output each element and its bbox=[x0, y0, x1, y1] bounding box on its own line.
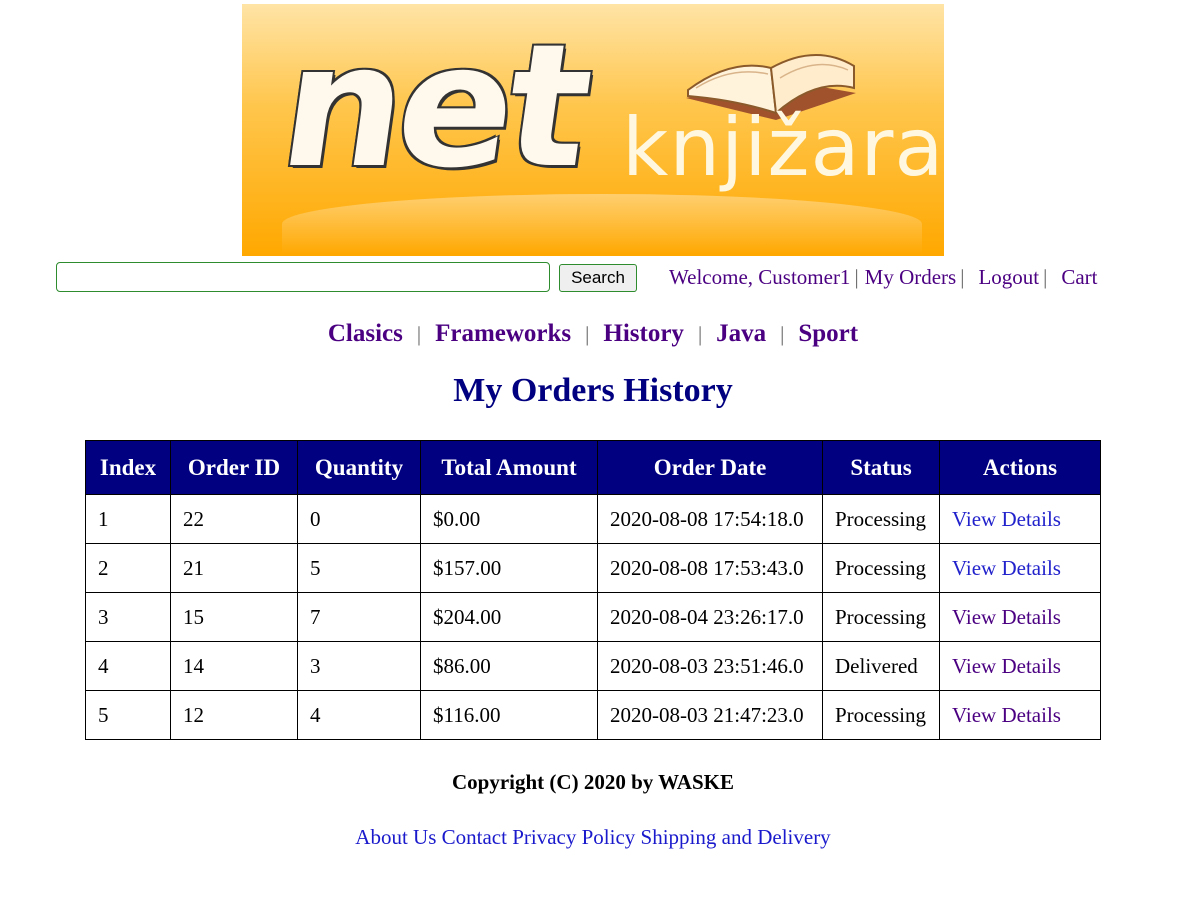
cell-status: Processing bbox=[822, 543, 940, 593]
cell-index: 3 bbox=[85, 592, 171, 642]
category-frameworks[interactable]: Frameworks bbox=[435, 320, 571, 347]
category-separator: | bbox=[697, 322, 703, 346]
category-clasics[interactable]: Clasics bbox=[328, 320, 403, 347]
cell-total: $0.00 bbox=[420, 494, 598, 544]
cell-order-id: 12 bbox=[170, 690, 298, 740]
footer-link-shipping-delivery[interactable]: Shipping and Delivery bbox=[641, 825, 831, 849]
category-history[interactable]: History bbox=[603, 320, 684, 347]
cell-status: Processing bbox=[822, 494, 940, 544]
cell-quantity: 7 bbox=[297, 592, 421, 642]
cell-quantity: 0 bbox=[297, 494, 421, 544]
category-nav: Clasics | Frameworks | History | Java | Sport bbox=[0, 320, 1180, 348]
cell-index: 1 bbox=[85, 494, 171, 544]
footer-link-privacy-policy[interactable]: Privacy Policy bbox=[512, 825, 635, 849]
nav-separator: | bbox=[960, 265, 965, 289]
cell-quantity: 3 bbox=[297, 641, 421, 691]
category-java[interactable]: Java bbox=[716, 320, 766, 347]
cell-order-id: 21 bbox=[170, 543, 298, 593]
cart-link[interactable]: Cart bbox=[1061, 265, 1097, 289]
search-button[interactable]: Search bbox=[559, 264, 637, 292]
cell-status: Processing bbox=[822, 690, 940, 740]
page-title: My Orders History bbox=[453, 372, 733, 409]
user-nav: Welcome, Customer1 | My Orders | Logout | Cart bbox=[669, 265, 1098, 290]
cell-date: 2020-08-08 17:54:18.0 bbox=[597, 494, 823, 544]
header-order-id: Order ID bbox=[170, 440, 298, 495]
cell-date: 2020-08-08 17:53:43.0 bbox=[597, 543, 823, 593]
view-details-link[interactable]: View Details bbox=[952, 654, 1061, 678]
table-row: 2 21 5 $157.00 2020-08-08 17:53:43.0 Pro… bbox=[85, 543, 1101, 593]
logo-knjizara-text: knjižara bbox=[622, 101, 944, 194]
my-orders-link[interactable]: My Orders bbox=[865, 265, 957, 289]
cell-total: $116.00 bbox=[420, 690, 598, 740]
orders-table: Index Order ID Quantity Total Amount Ord… bbox=[85, 440, 1101, 740]
footer-link-about-us[interactable]: About Us bbox=[355, 825, 436, 849]
cell-status: Delivered bbox=[822, 641, 940, 691]
logo-net-text: net bbox=[270, 8, 598, 206]
cell-status: Processing bbox=[822, 592, 940, 642]
cell-index: 4 bbox=[85, 641, 171, 691]
cell-total: $204.00 bbox=[420, 592, 598, 642]
cell-quantity: 5 bbox=[297, 543, 421, 593]
cell-date: 2020-08-03 21:47:23.0 bbox=[597, 690, 823, 740]
search-input[interactable] bbox=[56, 262, 550, 292]
view-details-link[interactable]: View Details bbox=[952, 703, 1061, 727]
cell-total: $157.00 bbox=[420, 543, 598, 593]
table-row: 3 15 7 $204.00 2020-08-04 23:26:17.0 Pro… bbox=[85, 592, 1101, 642]
logout-link[interactable]: Logout bbox=[978, 265, 1039, 289]
view-details-link[interactable]: View Details bbox=[952, 556, 1061, 580]
table-row: 1 22 0 $0.00 2020-08-08 17:54:18.0 Proce… bbox=[85, 494, 1101, 544]
cell-date: 2020-08-04 23:26:17.0 bbox=[597, 592, 823, 642]
cell-index: 2 bbox=[85, 543, 171, 593]
cell-actions: View Details bbox=[939, 592, 1101, 642]
cell-actions: View Details bbox=[939, 494, 1101, 544]
header-actions: Actions bbox=[939, 440, 1101, 495]
nav-separator: | bbox=[854, 265, 859, 289]
header-quantity: Quantity bbox=[297, 440, 421, 495]
header-status: Status bbox=[822, 440, 940, 495]
copyright-text: Copyright (C) 2020 by WASKE bbox=[452, 770, 734, 794]
view-details-link[interactable]: View Details bbox=[952, 605, 1061, 629]
cell-actions: View Details bbox=[939, 641, 1101, 691]
header-index: Index bbox=[85, 440, 171, 495]
cell-order-id: 15 bbox=[170, 592, 298, 642]
category-separator: | bbox=[585, 322, 590, 346]
footer-link-contact[interactable]: Contact bbox=[442, 825, 507, 849]
cell-order-id: 22 bbox=[170, 494, 298, 544]
category-sport[interactable]: Sport bbox=[798, 320, 858, 347]
table-row: 4 14 3 $86.00 2020-08-03 23:51:46.0 Deli… bbox=[85, 641, 1101, 691]
footer-links: About Us Contact Privacy Policy Shipping… bbox=[0, 825, 1180, 850]
header-order-date: Order Date bbox=[597, 440, 823, 495]
table-header-row: Index Order ID Quantity Total Amount Ord… bbox=[85, 440, 1101, 495]
cell-date: 2020-08-03 23:51:46.0 bbox=[597, 641, 823, 691]
cell-total: $86.00 bbox=[420, 641, 598, 691]
view-details-link[interactable]: View Details bbox=[952, 507, 1061, 531]
welcome-link[interactable]: Welcome, Customer1 bbox=[669, 265, 850, 289]
category-separator: | bbox=[416, 322, 422, 346]
cell-actions: View Details bbox=[939, 690, 1101, 740]
category-separator: | bbox=[780, 322, 785, 346]
cell-actions: View Details bbox=[939, 543, 1101, 593]
site-banner[interactable]: net knjižara bbox=[242, 4, 944, 256]
nav-separator: | bbox=[1043, 265, 1048, 289]
table-row: 5 12 4 $116.00 2020-08-03 21:47:23.0 Pro… bbox=[85, 690, 1101, 740]
header-total-amount: Total Amount bbox=[420, 440, 598, 495]
cell-quantity: 4 bbox=[297, 690, 421, 740]
cell-order-id: 14 bbox=[170, 641, 298, 691]
cell-index: 5 bbox=[85, 690, 171, 740]
